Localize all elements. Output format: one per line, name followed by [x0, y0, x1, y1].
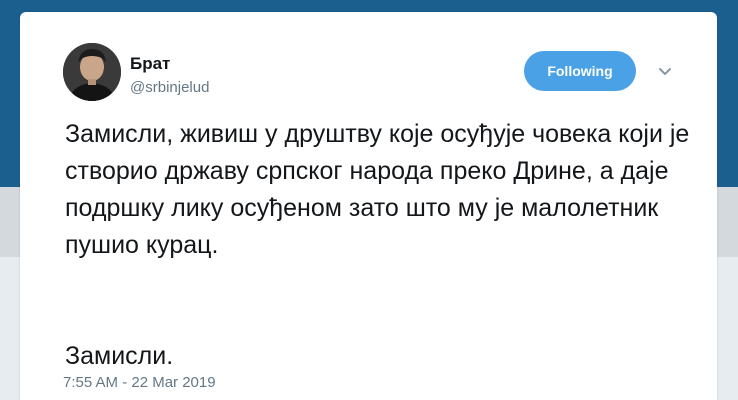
- tweet-text-closing: Замисли.: [65, 342, 174, 370]
- tweet-timestamp[interactable]: 7:55 AM - 22 Mar 2019: [63, 374, 216, 391]
- chevron-down-icon[interactable]: [656, 63, 674, 81]
- tweet-card: Брат @srbinjelud Following Замисли, живи…: [20, 12, 717, 400]
- tweet-text: Замисли, живиш у друштву које осуђује чо…: [65, 120, 690, 259]
- avatar-image: [63, 43, 121, 101]
- author-name[interactable]: Брат: [130, 54, 170, 74]
- author-handle[interactable]: @srbinjelud: [130, 79, 209, 96]
- avatar[interactable]: [63, 43, 121, 101]
- following-button[interactable]: Following: [524, 51, 636, 91]
